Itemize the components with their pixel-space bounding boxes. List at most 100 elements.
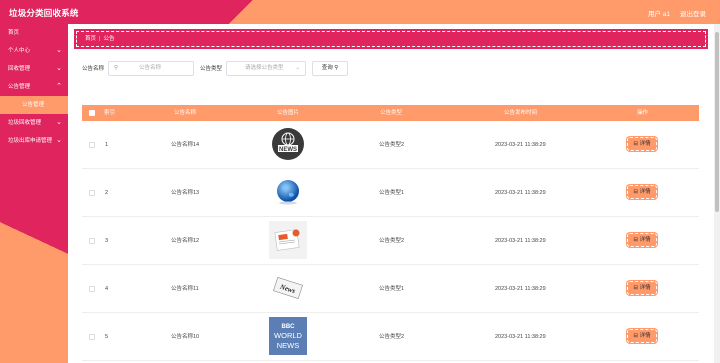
row-time: 2023-03-21 11:38:29 — [495, 286, 546, 292]
table-row: 2 公告名称13 公告类型1 2023-03-21 11:38:29 ⊟ 详情 — [82, 169, 699, 217]
svg-text:WORLD: WORLD — [274, 331, 303, 340]
search-icon: ⚲ — [334, 64, 339, 71]
sidebar-item-home[interactable]: 首页 — [0, 24, 68, 42]
sidebar-item-profile[interactable]: 个人中心 ⌄ — [0, 42, 68, 60]
sidebar-item-label: 垃圾出库申请管理 — [8, 138, 53, 144]
bbc-world-news-icon: BBC WORLD NEWS — [269, 317, 307, 355]
detail-label: 详情 — [639, 189, 651, 195]
row-time: 2023-03-21 11:38:29 — [495, 190, 546, 196]
name-placeholder: 公告名称 — [139, 64, 162, 71]
breadcrumb: 首页 | 公告 — [74, 29, 708, 49]
row-type: 公告类型2 — [379, 238, 405, 244]
chevron-down-icon: ⌄ — [56, 65, 62, 72]
svg-text:BBC: BBC — [282, 324, 296, 330]
search-bar: 公告名称 ⚲ 公告名称 公告类型 请选择公告类型 ⌄ 查询 ⚲ — [82, 60, 349, 76]
row-index: 3 — [105, 238, 109, 244]
top-header: 垃圾分类回收系统 用户 a1 退出登录 — [0, 0, 720, 24]
row-name: 公告名称13 — [171, 190, 200, 196]
row-checkbox[interactable] — [89, 190, 95, 196]
col-type: 公告类型 — [380, 110, 403, 116]
scrollbar-thumb[interactable] — [715, 32, 719, 212]
detail-label: 详情 — [639, 141, 651, 147]
chevron-up-icon: ⌃ — [56, 83, 62, 90]
table-row: 3 公告名称12 公告类型2 2023-03-21 11:38:29 ⊟ 详情 — [82, 217, 699, 265]
detail-button[interactable]: ⊟ 详情 — [626, 280, 658, 296]
row-type: 公告类型2 — [379, 334, 405, 340]
detail-icon: ⊟ — [633, 285, 639, 291]
sidebar: 首页 个人中心 ⌄ 回收管理 ⌄ 公告管理 ⌃ 公告管理 垃圾回收管理 ⌄ 垃圾出库申请… — [0, 24, 68, 363]
table-row: 4 公告名称11 News 公告类型1 2023-03-21 11:38:29 … — [82, 265, 699, 313]
search-icon: ⚲ — [114, 64, 119, 71]
detail-icon: ⊟ — [633, 189, 639, 195]
search-button-label: 查询 — [321, 64, 333, 71]
sidebar-item-label: 垃圾回收管理 — [8, 120, 42, 126]
col-name: 公告名称 — [174, 110, 197, 116]
detail-label: 详情 — [639, 237, 651, 243]
detail-icon: ⊟ — [633, 141, 639, 147]
row-checkbox[interactable] — [89, 142, 95, 148]
col-index: 索引 — [104, 110, 116, 116]
chevron-down-icon: ⌄ — [56, 137, 62, 144]
detail-button[interactable]: ⊟ 详情 — [626, 136, 658, 152]
chevron-down-icon: ⌄ — [56, 119, 62, 126]
page-scrollbar[interactable] — [714, 24, 720, 363]
row-name: 公告名称12 — [171, 238, 200, 244]
table-row: 5 公告名称10 BBC WORLD NEWS 公告类型2 2023-03-21… — [82, 313, 699, 361]
select-all-checkbox[interactable] — [89, 110, 95, 116]
row-time: 2023-03-21 11:38:29 — [495, 334, 546, 340]
row-checkbox[interactable] — [89, 286, 95, 292]
name-label: 公告名称 — [82, 66, 105, 72]
row-name: 公告名称10 — [171, 334, 200, 340]
detail-button[interactable]: ⊟ 详情 — [626, 328, 658, 344]
row-index: 5 — [105, 334, 109, 340]
chevron-down-icon: ⌄ — [295, 64, 301, 71]
news-paper-roll-icon: News — [269, 269, 307, 307]
sidebar-item-label: 回收管理 — [8, 66, 31, 72]
name-search-input[interactable]: ⚲ 公告名称 — [108, 60, 195, 76]
row-name: 公告名称11 — [171, 286, 199, 292]
detail-icon: ⊟ — [633, 333, 639, 339]
row-type: 公告类型1 — [379, 286, 405, 292]
row-index: 4 — [105, 286, 109, 292]
sidebar-item-outbound[interactable]: 垃圾出库申请管理 ⌄ — [0, 132, 68, 150]
sidebar-item-label: 首页 — [8, 30, 20, 36]
row-index: 2 — [105, 190, 109, 196]
type-select[interactable]: 请选择公告类型 ⌄ — [226, 60, 307, 76]
row-time: 2023-03-21 11:38:29 — [495, 142, 546, 148]
row-checkbox[interactable] — [89, 334, 95, 340]
svg-text:NEWS: NEWS — [277, 341, 300, 350]
detail-button[interactable]: ⊟ 详情 — [626, 232, 658, 248]
sidebar-item-recycle[interactable]: 回收管理 ⌄ — [0, 60, 68, 78]
news-sign-icon: NEWS — [269, 125, 307, 163]
sidebar-item-garbage[interactable]: 垃圾回收管理 ⌄ — [0, 114, 68, 132]
col-time: 公告发布时间 — [504, 110, 538, 116]
sidebar-item-label: 公告管理 — [22, 102, 45, 108]
table-row: 1 公告名称14 NEWS 公告类型2 2023-03-21 11:38:29 … — [82, 121, 699, 169]
sidebar-item-label: 个人中心 — [8, 48, 31, 54]
col-action: 操作 — [637, 110, 649, 116]
breadcrumb-separator: | — [99, 36, 101, 42]
type-placeholder: 请选择公告类型 — [245, 64, 284, 71]
chevron-down-icon: ⌄ — [56, 47, 62, 54]
sidebar-subitem-notice[interactable]: 公告管理 — [0, 96, 68, 114]
current-user[interactable]: 用户 a1 — [648, 8, 670, 18]
row-name: 公告名称14 — [171, 142, 200, 148]
app-title: 垃圾分类回收系统 — [9, 8, 79, 18]
sidebar-item-notice[interactable]: 公告管理 ⌃ — [0, 78, 68, 96]
row-index: 1 — [105, 142, 109, 148]
col-image: 公告图片 — [277, 110, 300, 116]
row-type: 公告类型1 — [379, 190, 405, 196]
detail-button[interactable]: ⊟ 详情 — [626, 184, 658, 200]
newspaper-icon — [269, 221, 307, 259]
breadcrumb-home[interactable]: 首页 — [85, 36, 96, 42]
main-content: 首页 | 公告 公告名称 ⚲ 公告名称 公告类型 请选择公告类型 ⌄ 查询 ⚲ 索引… — [68, 24, 714, 363]
search-button[interactable]: 查询 ⚲ — [312, 60, 349, 76]
logout-link[interactable]: 退出登录 — [680, 8, 706, 18]
globe-icon — [269, 173, 307, 211]
row-time: 2023-03-21 11:38:29 — [495, 238, 546, 244]
row-type: 公告类型2 — [379, 142, 405, 148]
detail-label: 详情 — [639, 333, 651, 339]
sidebar-item-label: 公告管理 — [8, 84, 31, 90]
row-checkbox[interactable] — [89, 238, 95, 244]
type-label: 公告类型 — [200, 66, 223, 72]
